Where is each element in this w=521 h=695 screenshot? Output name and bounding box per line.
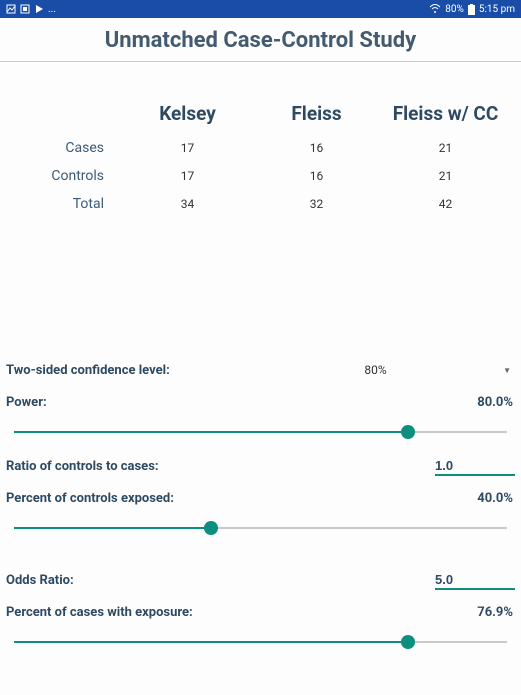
cell: 16 (253, 163, 380, 189)
cell: 34 (124, 191, 251, 217)
confidence-value: 80% (364, 363, 386, 377)
row-label: Total (12, 191, 122, 217)
cell: 17 (124, 135, 251, 161)
ratio-label: Ratio of controls to cases: (6, 459, 236, 474)
page-title: Unmatched Case-Control Study (0, 28, 521, 53)
cell: 17 (124, 163, 251, 189)
battery-icon (468, 4, 475, 15)
cell: 21 (382, 163, 509, 189)
cell: 42 (382, 191, 509, 217)
pcase-label: Percent of cases with exposure: (6, 605, 266, 620)
play-icon (34, 4, 44, 14)
more-icon: ... (48, 4, 56, 15)
slider-thumb[interactable] (401, 635, 415, 649)
cell: 32 (253, 191, 380, 217)
power-slider[interactable] (14, 425, 507, 439)
confidence-label: Two-sided confidence level: (6, 363, 236, 378)
col-fleisscc: Fleiss w/ CC (382, 94, 509, 133)
pctrl-slider[interactable] (14, 521, 507, 535)
confidence-spinner[interactable]: 80% ▼ (236, 363, 515, 377)
clock-text: 5:15 pm (479, 4, 515, 15)
results-table: Kelsey Fleiss Fleiss w/ CC Cases 17 16 2… (0, 62, 521, 219)
chevron-down-icon: ▼ (503, 366, 511, 375)
cell: 21 (382, 135, 509, 161)
row-label: Controls (12, 163, 122, 189)
pcase-value: 76.9% (266, 605, 515, 620)
row-label: Cases (12, 135, 122, 161)
pctrl-value: 40.0% (236, 491, 515, 506)
ratio-input[interactable] (435, 457, 515, 476)
odds-input[interactable] (435, 571, 515, 590)
slider-thumb[interactable] (204, 521, 218, 535)
col-kelsey: Kelsey (124, 94, 251, 133)
status-bar: ... 80% 5:15 pm (0, 0, 521, 18)
title-bar: Unmatched Case-Control Study (0, 18, 521, 62)
table-row: Total 34 32 42 (12, 191, 509, 217)
odds-label: Odds Ratio: (6, 573, 236, 588)
pcase-slider[interactable] (14, 635, 507, 649)
table-row: Cases 17 16 21 (12, 135, 509, 161)
battery-text: 80% (445, 4, 464, 15)
stop-icon (20, 4, 30, 14)
col-fleiss: Fleiss (253, 94, 380, 133)
power-label: Power: (6, 395, 236, 410)
wifi-icon (429, 4, 441, 14)
table-row: Controls 17 16 21 (12, 163, 509, 189)
power-value: 80.0% (236, 395, 515, 410)
cell: 16 (253, 135, 380, 161)
pctrl-label: Percent of controls exposed: (6, 491, 236, 506)
image-icon (6, 4, 16, 14)
slider-thumb[interactable] (401, 425, 415, 439)
